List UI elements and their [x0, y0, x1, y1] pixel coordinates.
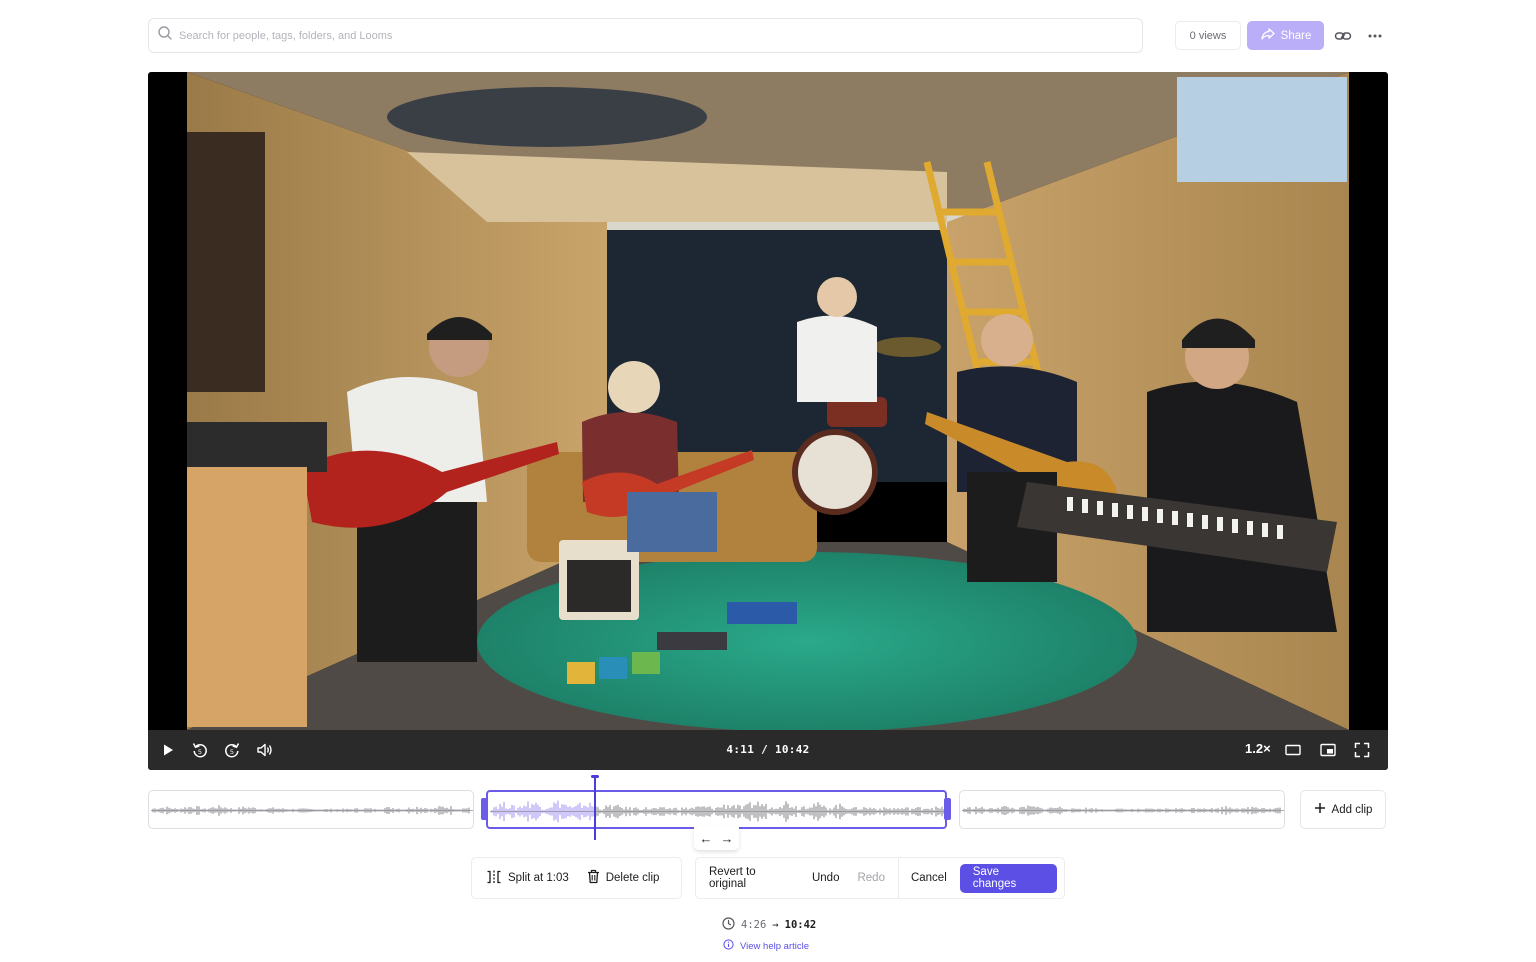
split-icon	[486, 870, 502, 887]
help-link-label: View help article	[740, 940, 810, 952]
new-duration: 10:42	[784, 919, 817, 931]
clock-icon	[722, 917, 735, 933]
video-player[interactable]: 5 5 4:11 / 10:42 1.2×	[148, 72, 1388, 770]
search-input[interactable]	[179, 29, 1142, 42]
share-label: Share	[1280, 29, 1312, 42]
info-icon	[723, 939, 734, 953]
add-clip-button[interactable]: Add clip	[1300, 790, 1386, 829]
duration-summary: 4:26 → 10:42	[722, 917, 816, 933]
clip-trim-handle-right[interactable]	[944, 798, 951, 820]
undo-button[interactable]: Undo	[803, 858, 849, 898]
delete-label: Delete clip	[605, 872, 660, 884]
history-toolbar: Revert to original Undo Redo Cancel Save…	[695, 857, 1065, 899]
arrow-left-icon: ←	[699, 830, 713, 846]
current-time: 4:11	[726, 743, 755, 756]
add-clip-label: Add clip	[1331, 803, 1373, 816]
fullscreen-icon[interactable]	[1352, 740, 1372, 760]
waveform	[962, 805, 1284, 816]
copy-link-icon[interactable]	[1333, 26, 1353, 46]
timeline-clip-1[interactable]	[148, 790, 474, 829]
original-duration: 4:26	[741, 919, 767, 931]
playback-speed-button[interactable]: 1.2×	[1245, 741, 1271, 756]
help-article-link[interactable]: View help article	[723, 939, 809, 953]
views-count-button[interactable]: 0 views	[1175, 21, 1241, 50]
timeline-clip-selected[interactable]	[486, 790, 947, 829]
search-icon	[157, 25, 173, 46]
waveform-selected	[490, 800, 945, 823]
playhead-cap[interactable]	[591, 775, 599, 778]
player-controls: 5 5 4:11 / 10:42 1.2×	[148, 730, 1388, 770]
playback-time: 4:11 / 10:42	[148, 743, 1388, 756]
more-options-icon[interactable]	[1365, 26, 1385, 46]
clip-edit-toolbar: Split at 1:03 Delete clip	[471, 857, 682, 899]
move-clip-handle[interactable]: ← →	[694, 826, 739, 850]
revert-to-original-button[interactable]: Revert to original	[696, 858, 803, 898]
picture-in-picture-icon[interactable]	[1318, 740, 1338, 760]
trash-icon	[587, 869, 600, 887]
theater-mode-icon[interactable]	[1283, 740, 1303, 760]
time-separator: /	[761, 743, 768, 756]
split-label: Split at 1:03	[508, 872, 569, 884]
waveform	[151, 805, 473, 816]
search-bar[interactable]	[148, 18, 1143, 53]
save-changes-button[interactable]: Save changes	[959, 863, 1057, 893]
share-icon	[1260, 26, 1276, 45]
plus-icon	[1314, 802, 1326, 817]
split-clip-button[interactable]: Split at 1:03	[472, 858, 578, 898]
share-button[interactable]: Share	[1247, 21, 1324, 50]
redo-button[interactable]: Redo	[848, 858, 894, 898]
timeline-clip-3[interactable]	[959, 790, 1285, 829]
clip-trim-handle-left[interactable]	[481, 798, 488, 820]
duration-arrow: →	[772, 919, 779, 931]
cancel-button[interactable]: Cancel	[899, 858, 956, 898]
video-frame[interactable]	[187, 72, 1349, 730]
delete-clip-button[interactable]: Delete clip	[578, 858, 669, 898]
total-time: 10:42	[774, 743, 810, 756]
playhead[interactable]	[594, 776, 596, 840]
arrow-right-icon: →	[720, 830, 734, 846]
